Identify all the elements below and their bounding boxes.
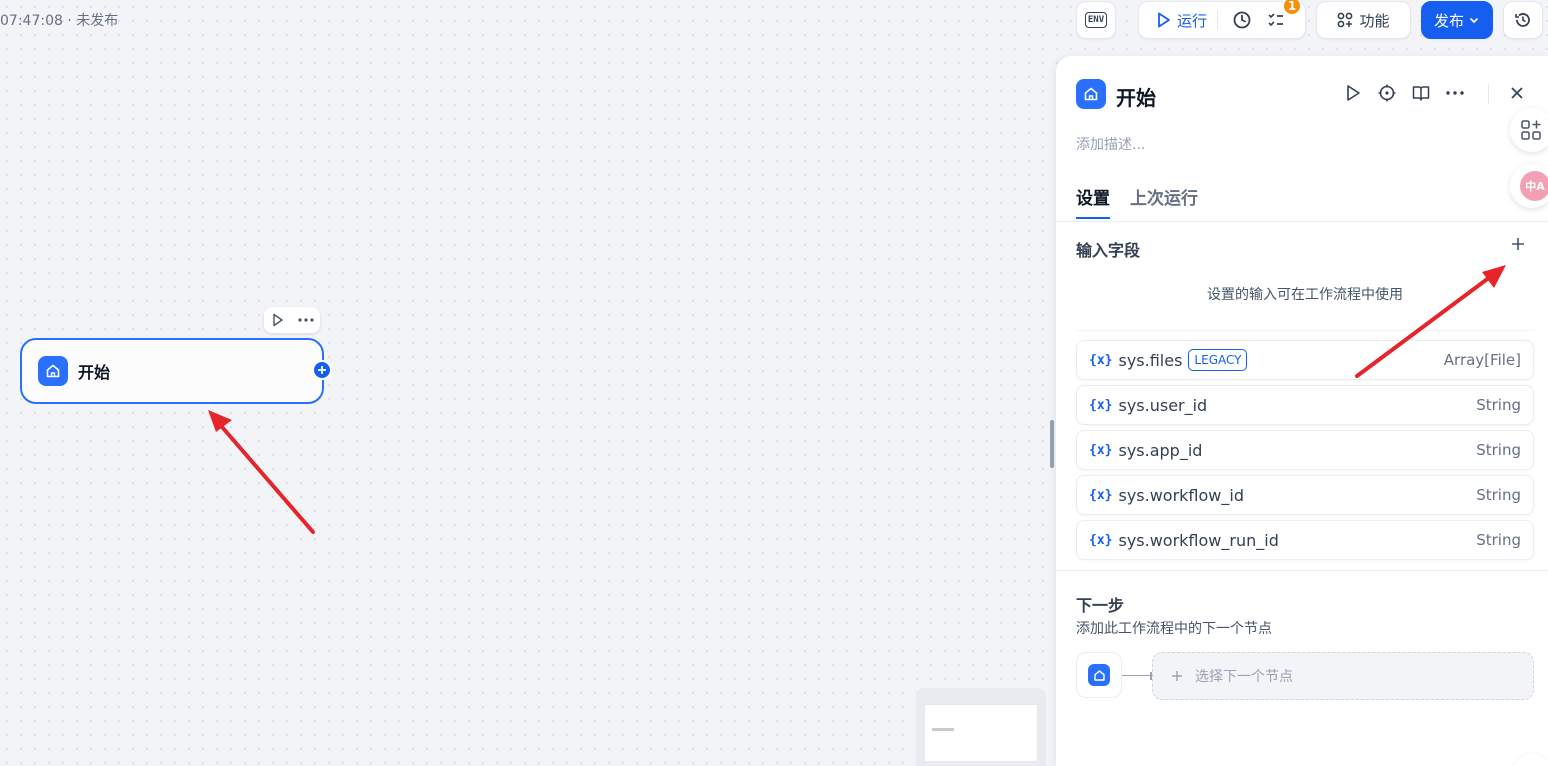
variable-name: sys.files: [1118, 350, 1183, 370]
run-history-button[interactable]: [1228, 10, 1256, 30]
variable-type: Array[File]: [1443, 351, 1521, 369]
history-icon: [1515, 13, 1530, 27]
variable-row[interactable]: {x} sys.workflow_run_id String: [1076, 520, 1534, 560]
variable-type: String: [1476, 396, 1521, 414]
annotation-arrow-left: [208, 410, 315, 534]
current-node-tile: [1076, 652, 1122, 698]
locate-icon[interactable]: [1378, 84, 1396, 102]
more-icon[interactable]: [297, 318, 314, 322]
clock-play-icon: [1233, 11, 1251, 29]
save-status: 07:47:08 · 未发布: [0, 13, 119, 29]
checklist-icon: [1268, 13, 1284, 27]
minimap[interactable]: [916, 688, 1046, 766]
run-button[interactable]: 运行: [1139, 2, 1207, 38]
translate-button[interactable]: 中A: [1510, 164, 1548, 208]
env-button[interactable]: ENV: [1076, 1, 1116, 39]
minimap-node: [932, 728, 954, 731]
plus-icon: [318, 366, 326, 374]
features-label: 功能: [1359, 11, 1390, 30]
apps-add-icon: [1521, 120, 1541, 140]
tab-settings[interactable]: 设置: [1076, 184, 1110, 219]
play-icon[interactable]: [1344, 84, 1362, 102]
checklist-button[interactable]: 1: [1262, 0, 1303, 30]
home-icon: [1076, 79, 1106, 109]
node-action-bar: [264, 307, 320, 333]
panel-title[interactable]: 开始: [1116, 82, 1156, 111]
more-icon[interactable]: [1446, 91, 1464, 95]
variable-type: String: [1476, 441, 1521, 459]
book-icon[interactable]: [1412, 84, 1430, 102]
variable-name: sys.workflow_run_id: [1118, 530, 1279, 550]
variable-name: sys.workflow_id: [1118, 485, 1244, 505]
next-step-title: 下一步: [1076, 596, 1125, 615]
run-toolbar-group: 运行 1: [1138, 0, 1306, 39]
variable-type: String: [1476, 531, 1521, 549]
close-icon[interactable]: [1508, 84, 1526, 102]
description-input[interactable]: 添加描述...: [1076, 134, 1145, 154]
start-node[interactable]: 开始: [20, 338, 324, 404]
version-history-button[interactable]: [1503, 1, 1543, 39]
checklist-badge: 1: [1282, 0, 1303, 16]
run-label: 运行: [1177, 11, 1208, 30]
variable-row[interactable]: {x} sys.user_id String: [1076, 385, 1534, 425]
panel-header-divider: [1488, 84, 1489, 104]
input-fields-title: 输入字段: [1076, 241, 1141, 260]
variable-row[interactable]: {x} sys.workflow_id String: [1076, 475, 1534, 515]
features-icon: [1338, 12, 1353, 28]
variable-name: sys.user_id: [1118, 395, 1208, 415]
apps-button[interactable]: [1510, 108, 1548, 152]
add-next-node-button[interactable]: [312, 360, 332, 380]
legacy-badge: LEGACY: [1188, 349, 1248, 371]
variable-icon: {x}: [1089, 487, 1113, 503]
tab-last-run[interactable]: 上次运行: [1130, 184, 1198, 219]
minimap-viewport: [924, 704, 1038, 762]
plus-icon: [1172, 671, 1182, 681]
variable-icon: {x}: [1089, 442, 1113, 458]
input-fields-hint: 设置的输入可在工作流程中使用: [1207, 287, 1403, 303]
select-next-node-button[interactable]: 选择下一个节点: [1152, 652, 1534, 700]
start-node-title: 开始: [78, 363, 111, 382]
play-icon: [1158, 12, 1170, 28]
chevron-down-icon: [1469, 17, 1479, 24]
variable-name: sys.app_id: [1118, 440, 1203, 460]
variable-icon: {x}: [1089, 397, 1113, 413]
home-icon: [1088, 664, 1110, 686]
home-icon: [38, 356, 68, 386]
variable-list: {x} sys.files LEGACY Array[File] {x} sys…: [1076, 340, 1534, 565]
translate-icon: 中A: [1520, 171, 1548, 201]
features-button[interactable]: 功能: [1316, 1, 1411, 39]
select-next-node-label: 选择下一个节点: [1195, 669, 1293, 685]
publish-button[interactable]: 发布: [1421, 1, 1493, 39]
add-input-field-icon[interactable]: [1510, 236, 1526, 252]
node-settings-panel: 开始 添加描述... 设置 上次运行 输入字段 设置的输入可在工作流程中使用 {…: [1056, 56, 1548, 766]
variable-row[interactable]: {x} sys.app_id String: [1076, 430, 1534, 470]
variable-icon: {x}: [1089, 352, 1113, 368]
section-divider: [1056, 570, 1548, 571]
next-step-description: 添加此工作流程中的下一个节点: [1076, 621, 1272, 637]
panel-resize-handle[interactable]: [1050, 420, 1054, 468]
env-icon: ENV: [1084, 12, 1108, 28]
toolbar-divider: [1217, 10, 1219, 30]
variable-type: String: [1476, 486, 1521, 504]
tabs-divider: [1056, 221, 1548, 222]
variable-row[interactable]: {x} sys.files LEGACY Array[File]: [1076, 340, 1534, 380]
variable-icon: {x}: [1089, 532, 1113, 548]
play-icon[interactable]: [271, 313, 285, 327]
hint-divider: [1076, 330, 1534, 331]
publish-label: 发布: [1433, 11, 1464, 30]
connector-line: [1122, 675, 1152, 676]
